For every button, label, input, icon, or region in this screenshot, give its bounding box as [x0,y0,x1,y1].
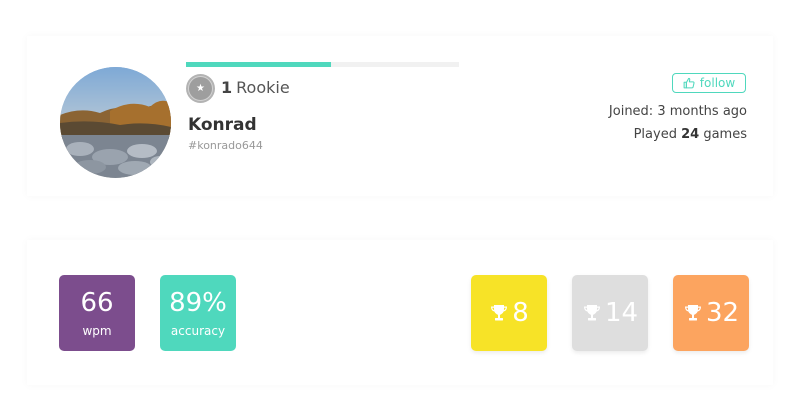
level-progress-fill [186,62,331,67]
trophy-icon [489,303,509,323]
wpm-tile: 66 wpm [59,275,135,351]
follow-button[interactable]: follow [672,73,746,93]
bronze-trophy-count: 32 [705,298,740,328]
gold-trophy-tile: 8 [471,275,547,351]
played-count: 24 [681,127,700,142]
rank-line: 1 Rookie [221,78,290,97]
username: Konrad [188,115,257,135]
accuracy-value: 89% [169,288,227,318]
wpm-label: wpm [82,324,112,338]
wpm-value: 66 [80,288,114,318]
bronze-trophy-tile: 32 [673,275,749,351]
accuracy-label: accuracy [170,324,226,338]
level-progress-bar [186,62,459,67]
avatar [60,67,171,178]
rank-badge: ★ [186,74,215,103]
joined-text: Joined: 3 months ago [608,104,747,119]
follow-label: follow [699,76,736,90]
profile-card: ★ 1 Rookie Konrad #konrado644 follow Join… [27,36,773,196]
user-tag: #konrado644 [188,139,263,152]
gold-trophy-count: 8 [512,298,529,328]
played-text: Played 24 games [633,127,747,142]
silver-trophy-count: 14 [604,298,639,328]
trophy-icon [683,303,703,323]
thumbs-up-icon [683,77,695,89]
silver-trophy-tile: 14 [572,275,648,351]
rank-name: Rookie [236,78,290,97]
trophy-icon [582,303,602,323]
stats-card: 66 wpm 89% accuracy 8 14 32 [27,240,773,385]
accuracy-tile: 89% accuracy [160,275,236,351]
star-icon: ★ [196,82,205,94]
rank-level: 1 [221,78,233,97]
